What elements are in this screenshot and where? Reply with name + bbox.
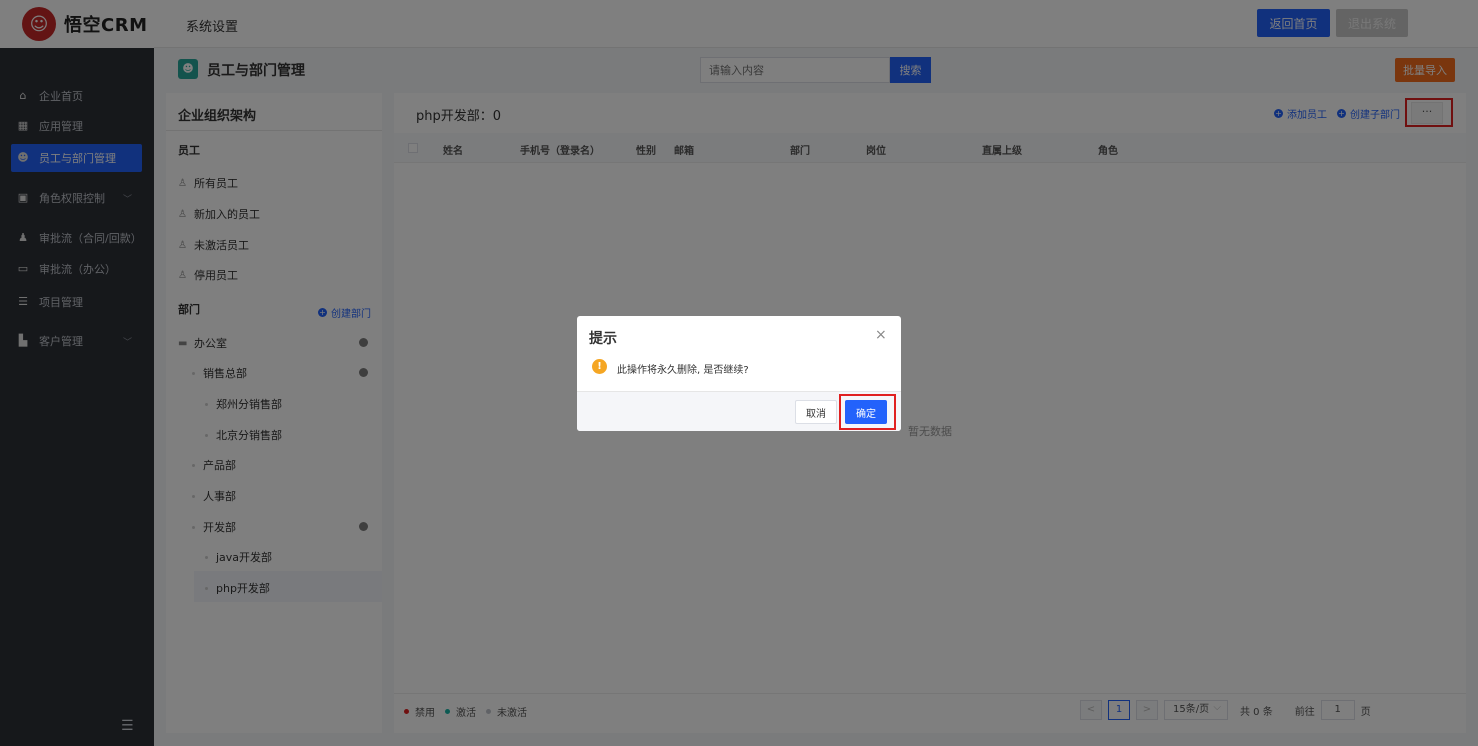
close-icon[interactable]: × bbox=[875, 327, 887, 343]
dialog-footer: 取消 确定 bbox=[577, 391, 901, 431]
confirm-dialog: 提示 × ! 此操作将永久删除, 是否继续? 取消 确定 bbox=[577, 316, 901, 431]
highlight-box bbox=[839, 394, 896, 430]
dialog-title: 提示 bbox=[589, 331, 617, 347]
warning-icon: ! bbox=[592, 359, 607, 374]
dialog-message: 此操作将永久删除, 是否继续? bbox=[617, 365, 749, 376]
cancel-button[interactable]: 取消 bbox=[795, 400, 837, 424]
